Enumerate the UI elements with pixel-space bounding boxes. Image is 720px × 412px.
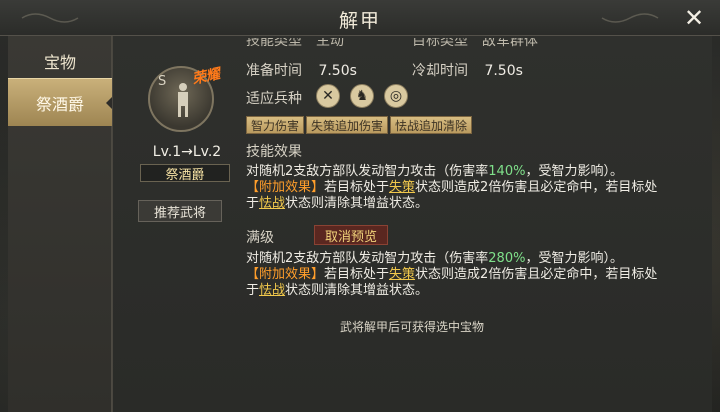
max-description: 对随机2支敌方部队发动智力攻击（伤害率280%，受智力影响）。 【附加效果】若目… bbox=[246, 251, 696, 299]
sidebar: 宝物 祭酒爵 bbox=[8, 36, 114, 412]
max-line-2: 【附加效果】若目标处于失策状态则造成2倍伤害且必定命中，若目标处 bbox=[246, 267, 696, 283]
close-icon: ✕ bbox=[683, 4, 705, 32]
cancel-preview-button[interactable]: 取消预览 bbox=[314, 225, 388, 245]
max-text: 于 bbox=[246, 283, 260, 298]
effect-text: 对随机2支敌方部队发动智力攻击（伤害率 bbox=[246, 164, 489, 179]
skill-type-text: 技能类型 主动 bbox=[246, 38, 344, 48]
effect-text: ，受智力影响）。 bbox=[525, 164, 623, 179]
max-text: 状态则造成2倍伤害且必定命中，若目标处 bbox=[415, 267, 658, 282]
ornament-right-icon bbox=[601, 13, 659, 23]
cavalry-icon: ♞ bbox=[350, 84, 374, 108]
recommend-general-button[interactable]: 推荐武将 bbox=[138, 200, 222, 222]
troop-type-label: 适应兵种 bbox=[246, 91, 302, 107]
effect-text: 状态则清除其增益状态。 bbox=[285, 196, 429, 211]
prep-time-row: 准备时间 7.50s bbox=[246, 60, 357, 80]
effect-rate: 140% bbox=[488, 164, 526, 179]
max-text: 若目标处于 bbox=[324, 267, 390, 282]
term-link-misplan[interactable]: 失策 bbox=[389, 180, 415, 195]
max-level-heading: 满级 bbox=[246, 230, 274, 246]
level-text: Lv.1→Lv.2 bbox=[152, 144, 222, 160]
prep-time-value: 7.50s bbox=[318, 63, 357, 79]
effect-line-1: 对随机2支敌方部队发动智力攻击（伤害率140%，受智力影响）。 bbox=[246, 164, 696, 180]
effect-line-3: 于怯战状态则清除其增益状态。 bbox=[246, 196, 696, 212]
prep-time-label: 准备时间 bbox=[246, 63, 302, 79]
max-text: 状态则清除其增益状态。 bbox=[285, 283, 429, 298]
spear-icon: ✕ bbox=[316, 84, 340, 108]
cooldown-value: 7.50s bbox=[484, 63, 523, 79]
extra-effect-label: 【附加效果】 bbox=[246, 180, 325, 195]
close-button[interactable]: ✕ bbox=[680, 4, 708, 32]
cooldown-row: 冷却时间 7.50s bbox=[412, 60, 523, 80]
max-line-3: 于怯战状态则清除其增益状态。 bbox=[246, 283, 696, 299]
effect-text: 状态则造成2倍伤害且必定命中，若目标处 bbox=[415, 180, 658, 195]
bow-icon: ◎ bbox=[384, 84, 408, 108]
term-link-misplan[interactable]: 失策 bbox=[389, 267, 415, 282]
footer-note: 武将解甲后可获得选中宝物 bbox=[339, 320, 484, 334]
effect-text: 于 bbox=[246, 196, 260, 211]
effect-heading: 技能效果 bbox=[246, 144, 302, 160]
target-type-text: 目标类型 敌军群体 bbox=[412, 38, 538, 48]
extra-effect-label: 【附加效果】 bbox=[246, 267, 325, 282]
troop-type-row: 适应兵种 bbox=[246, 88, 302, 108]
effect-description: 对随机2支敌方部队发动智力攻击（伤害率140%，受智力影响）。 【附加效果】若目… bbox=[246, 164, 696, 212]
cooldown-label: 冷却时间 bbox=[412, 63, 468, 79]
cut-off-row-right: 目标类型 敌军群体 bbox=[412, 38, 538, 48]
title-bar: 解甲 ✕ bbox=[0, 0, 720, 36]
skill-tags: 智力伤害 失策追加伤害 怯战追加清除 bbox=[246, 116, 473, 134]
troop-icons: ✕ ♞ ◎ bbox=[316, 84, 408, 108]
sidebar-item-label: 祭酒爵 bbox=[35, 94, 84, 114]
max-text: ，受智力影响）。 bbox=[525, 251, 623, 266]
effect-text: 若目标处于 bbox=[324, 180, 390, 195]
skill-name: 祭酒爵 bbox=[140, 164, 230, 183]
grade-letter: S bbox=[158, 74, 167, 89]
tag-intel-damage: 智力伤害 bbox=[246, 116, 305, 134]
max-line-1: 对随机2支敌方部队发动智力攻击（伤害率280%，受智力影响）。 bbox=[246, 251, 696, 267]
term-link-fear[interactable]: 怯战 bbox=[259, 283, 285, 298]
sidebar-item-label: 宝物 bbox=[43, 53, 76, 72]
term-link-fear[interactable]: 怯战 bbox=[259, 196, 285, 211]
warrior-figure-icon bbox=[178, 83, 188, 117]
max-rate: 280% bbox=[488, 251, 526, 266]
sidebar-item-jijiujue[interactable]: 祭酒爵 bbox=[8, 78, 114, 126]
max-text: 对随机2支敌方部队发动智力攻击（伤害率 bbox=[246, 251, 489, 266]
tag-fear-clear: 怯战追加清除 bbox=[390, 116, 473, 134]
tag-misplan-damage: 失策追加伤害 bbox=[306, 116, 389, 134]
effect-line-2: 【附加效果】若目标处于失策状态则造成2倍伤害且必定命中，若目标处 bbox=[246, 180, 696, 196]
cut-off-row-left: 技能类型 主动 bbox=[246, 38, 344, 48]
